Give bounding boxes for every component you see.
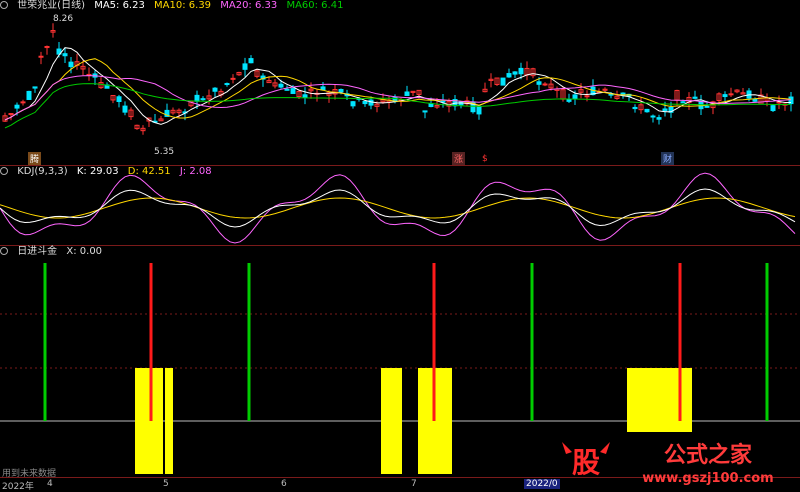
candle-body: [620, 92, 626, 95]
candle-body: [536, 81, 542, 85]
candle-body: [20, 101, 26, 104]
candle-body: [302, 94, 308, 98]
event-tag-4[interactable]: 财: [661, 152, 675, 165]
candle-body: [32, 86, 38, 89]
candle-body: [512, 71, 518, 75]
candle-body: [38, 55, 44, 58]
yellow-signal-bar: [627, 368, 692, 432]
candle-body: [422, 110, 428, 113]
x-tick-label: 4: [47, 479, 53, 489]
candle-body: [728, 93, 734, 96]
candle-body: [662, 108, 668, 112]
candle-body: [752, 98, 758, 102]
candle-body: [8, 113, 14, 116]
candle-body: [338, 89, 344, 93]
watermark-char: 股: [572, 446, 600, 479]
candle-body: [224, 83, 230, 86]
watermark-title: 公式之家: [664, 442, 753, 468]
kdj-k-line: [0, 188, 796, 228]
yellow-signal-bar: [165, 368, 173, 474]
kdj-panel: KDJ(9,3,3) K: 29.03 D: 42.51 J: 2.08: [0, 166, 800, 246]
candle-body: [278, 83, 284, 88]
candle-body: [722, 94, 728, 98]
yellow-signal-bar: [135, 368, 163, 474]
event-tag-1[interactable]: 腾: [28, 152, 42, 165]
kdj-chart: [0, 172, 796, 244]
candle-body: [506, 73, 512, 78]
candle-body: [632, 106, 638, 110]
event-tag-3[interactable]: $: [480, 154, 490, 164]
x-tick-label[interactable]: 2022/0: [524, 479, 560, 489]
candle-body: [476, 106, 482, 115]
candle-body: [62, 53, 68, 57]
high-price-label: 8.26: [53, 14, 74, 24]
price-panel: 世荣兆业(日线) MA5: 6.23 MA10: 6.39 MA20: 6.33…: [0, 0, 800, 166]
candle-body: [584, 95, 590, 98]
watermark-logo: 股 公式之家 www.gszj100.com: [562, 442, 774, 486]
candle-body: [248, 58, 254, 64]
candle-body: [14, 104, 20, 109]
candle-body: [404, 91, 410, 96]
candle-body: [644, 108, 650, 113]
candle-body: [650, 115, 656, 118]
candle-body: [212, 87, 218, 92]
yellow-signal-bar: [381, 368, 402, 474]
x-tick-label: 6: [281, 479, 287, 489]
ma5-line: [4, 47, 791, 125]
candle-body: [704, 105, 710, 108]
watermark-url: www.gszj100.com: [642, 471, 773, 486]
candle-body: [290, 88, 296, 94]
ma20-line: [4, 75, 792, 121]
candle-body: [122, 105, 128, 113]
candle-body: [242, 63, 248, 70]
low-price-label: 5.35: [154, 147, 175, 157]
x-tick-label: 5: [163, 479, 169, 489]
candle-body: [68, 61, 74, 68]
kdj-d-line: [0, 197, 796, 219]
candle-body: [500, 77, 506, 86]
candle-body: [26, 90, 32, 100]
candle-body: [200, 98, 206, 101]
candle-body: [428, 103, 434, 108]
kdj-j-line: [0, 172, 796, 244]
candle-body: [362, 100, 368, 105]
candle-body: [350, 101, 356, 107]
x-tick-label: 7: [411, 479, 417, 489]
event-tag-2[interactable]: 涨: [452, 152, 466, 165]
price-chart: [2, 23, 794, 135]
candle-body: [230, 77, 236, 80]
candle-body: [572, 94, 578, 100]
candle-body: [680, 101, 686, 104]
candle-body: [542, 83, 548, 86]
candle-body: [116, 96, 122, 102]
candle-body: [320, 86, 326, 91]
x-tick-label: 2022年: [2, 482, 34, 492]
candle-body: [770, 105, 776, 112]
candle-body: [518, 67, 524, 75]
candle-body: [656, 117, 662, 120]
candle-body: [194, 94, 200, 102]
watermark: 股 公式之家 www.gszj100.com: [558, 438, 798, 486]
candle-body: [284, 88, 290, 91]
candle-body: [566, 99, 572, 102]
candle-body: [692, 96, 698, 99]
